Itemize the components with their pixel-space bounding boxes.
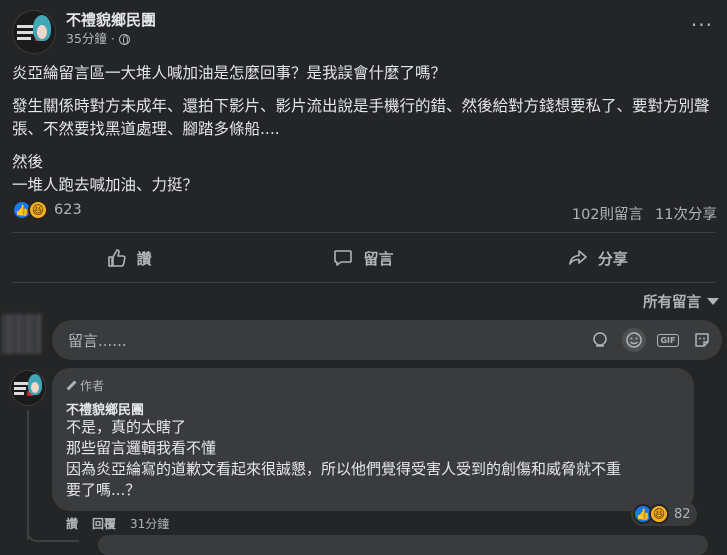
comment-reactions[interactable]: 👍 😆 82	[631, 502, 697, 526]
comment-sort-dropdown[interactable]: 所有留言	[643, 291, 719, 312]
post-paragraph: 發生關係時對方未成年、還拍下影片、影片流出說是手機行的錯、然後給對方錢想要私了、…	[12, 97, 710, 138]
comment-time[interactable]: 31分鐘	[130, 515, 169, 532]
divider	[12, 232, 715, 233]
sort-label: 所有留言	[643, 295, 701, 311]
post-paragraph: 然後	[12, 153, 44, 171]
header-text: 不禮貌鄉民團 35分鐘 ·	[66, 10, 156, 48]
shares-count[interactable]: 11次分享	[655, 203, 717, 224]
composer-tools: GIF	[588, 328, 714, 352]
gif-icon[interactable]: GIF	[656, 328, 680, 352]
reply-connector	[27, 532, 79, 542]
divider	[12, 282, 715, 283]
thread-line	[27, 410, 29, 540]
post-paragraph: 一堆人跑去喊加油、力挺？	[12, 176, 199, 194]
comment-line: 不是，真的太瞎了	[66, 418, 187, 436]
comment-actions: 讚 回覆 31分鐘	[66, 515, 169, 532]
speech-bubble-icon	[334, 250, 353, 266]
like-button[interactable]: 讚	[12, 240, 246, 276]
thumbs-up-icon	[107, 249, 126, 267]
emoji-icon[interactable]	[622, 328, 646, 352]
post-stats: 102則留言 11次分享	[572, 203, 717, 224]
haha-reaction-icon: 😆	[28, 200, 48, 220]
post-header: 不禮貌鄉民團 35分鐘 ·	[12, 10, 156, 54]
share-arrow-icon	[569, 250, 587, 265]
share-button[interactable]: 分享	[481, 240, 715, 276]
reactions-summary[interactable]: 👍 😆 623	[12, 200, 82, 220]
comment-reactions-count: 82	[674, 506, 691, 522]
author-badge-label: 作者	[80, 379, 105, 393]
post-time[interactable]: 35分鐘	[66, 30, 107, 48]
comment-author-name[interactable]: 不禮貌鄉民團	[66, 399, 144, 418]
post-body: 炎亞綸留言區一大堆人喊加油是怎麼回事？是我誤會什麼了嗎？ 發生關係時對方未成年、…	[12, 62, 712, 197]
sticker-icon[interactable]	[690, 328, 714, 352]
comment-author-avatar[interactable]	[10, 370, 46, 406]
comment-label: 留言	[363, 249, 394, 268]
page-avatar[interactable]	[12, 10, 56, 54]
globe-icon	[118, 33, 130, 45]
comment-bubble: 作者 不禮貌鄉民團 不是，真的太瞎了 那些留言邏輯我看不懂 因為炎亞綸寫的道歉文…	[52, 368, 694, 511]
page-name[interactable]: 不禮貌鄉民團	[66, 10, 156, 30]
comment-button[interactable]: 留言	[246, 240, 480, 276]
post-meta: 35分鐘 ·	[66, 30, 156, 48]
comment-line: 因為炎亞綸寫的道歉文看起來很誠懇，所以他們覺得受害人受到的創傷和威脅就不重	[66, 460, 622, 478]
like-label: 讚	[136, 249, 152, 268]
comment-input[interactable]	[66, 320, 470, 362]
share-label: 分享	[597, 249, 628, 268]
caret-down-icon	[707, 298, 719, 305]
author-badge: 作者	[66, 377, 104, 394]
comments-count[interactable]: 102則留言	[572, 203, 643, 224]
comment-line: 要了嗎...？	[66, 481, 141, 499]
haha-reaction-icon: 😆	[649, 504, 669, 524]
comment-composer[interactable]: GIF	[52, 320, 722, 362]
avatar-sticker-icon[interactable]	[588, 328, 612, 352]
more-dots-icon[interactable]: ···	[691, 15, 713, 35]
current-user-avatar[interactable]	[2, 314, 42, 354]
reply-bubble	[98, 535, 708, 555]
comment-text: 不是，真的太瞎了 那些留言邏輯我看不懂 因為炎亞綸寫的道歉文看起來很誠懇，所以他…	[66, 417, 686, 501]
post-actions: 讚 留言 分享	[12, 240, 715, 276]
post-paragraph: 炎亞綸留言區一大堆人喊加油是怎麼回事？是我誤會什麼了嗎？	[12, 64, 447, 82]
comment-reply-link[interactable]: 回覆	[92, 515, 116, 532]
pen-icon	[66, 381, 76, 391]
reactions-count: 623	[54, 202, 82, 218]
comment-line: 那些留言邏輯我看不懂	[66, 439, 217, 457]
comment-like-link[interactable]: 讚	[66, 515, 78, 532]
